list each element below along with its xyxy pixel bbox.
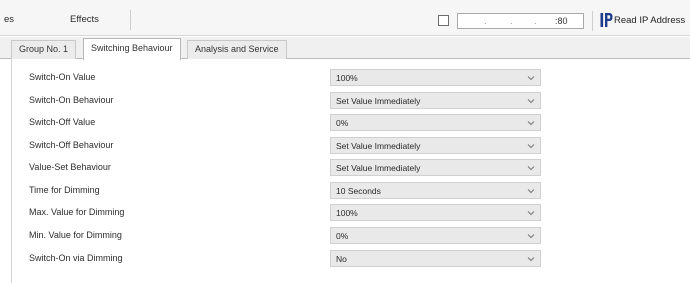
setting-dropdown[interactable]: Set Value Immediately [330,137,541,154]
chevron-down-icon [527,257,535,262]
setting-label: Value-Set Behaviour [29,162,111,172]
effects-button[interactable]: Effects [70,14,99,25]
ip-port-value: :80 [555,16,568,26]
chevron-down-icon [527,166,535,171]
setting-value: 10 Seconds [336,186,381,196]
setting-dropdown[interactable]: 10 Seconds [330,182,541,199]
setting-dropdown[interactable]: 0% [330,114,541,131]
ip-octet-separator: . [484,16,487,26]
setting-row: Switch-On Behaviour Set Value Immediatel… [12,89,690,111]
toolbar-truncated-label[interactable]: es [4,14,14,25]
setting-dropdown[interactable]: No [330,250,541,267]
tab-strip: Group No. 1 Switching Behaviour Analysis… [0,37,690,60]
setting-value: 100% [336,208,358,218]
tab-group-no-1[interactable]: Group No. 1 [11,40,77,59]
setting-label: Max. Value for Dimming [29,207,125,217]
toolbar-separator [592,11,593,31]
setting-value: No [336,254,347,264]
setting-label: Time for Dimming [29,185,100,195]
chevron-down-icon [527,211,535,216]
setting-label: Switch-On via Dimming [29,253,123,263]
ip-octet-separator: . [534,16,537,26]
setting-value: 0% [336,118,349,128]
setting-dropdown[interactable]: 100% [330,204,541,221]
ip-network-icon[interactable] [600,12,613,28]
setting-label: Switch-On Value [29,72,96,82]
chevron-down-icon [527,76,535,81]
setting-row: Value-Set Behaviour Set Value Immediatel… [12,156,690,178]
chevron-down-icon [527,234,535,239]
tab-analysis-and-service[interactable]: Analysis and Service [187,40,287,59]
setting-row: Switch-On Value 100% [12,66,690,88]
chevron-down-icon [527,121,535,126]
setting-label: Switch-On Behaviour [29,95,114,105]
tab-switching-behaviour[interactable]: Switching Behaviour [83,38,181,60]
settings-panel: Switch-On Value 100% Switch-On Behaviour… [11,59,690,283]
setting-row: Switch-On via Dimming No [12,247,690,269]
chevron-down-icon [527,99,535,104]
toolbar-separator [130,10,131,30]
setting-value: Set Value Immediately [336,96,421,106]
setting-dropdown[interactable]: 100% [330,69,541,86]
setting-row: Min. Value for Dimming 0% [12,224,690,246]
ip-enable-checkbox[interactable] [438,15,449,26]
read-ip-address-button[interactable]: Read IP Address [614,15,685,26]
setting-value: Set Value Immediately [336,141,421,151]
setting-dropdown[interactable]: 0% [330,227,541,244]
setting-value: 100% [336,73,358,83]
setting-label: Min. Value for Dimming [29,230,122,240]
setting-label: Switch-Off Behaviour [29,140,114,150]
ip-octet-separator: . [510,16,513,26]
setting-row: Max. Value for Dimming 100% [12,201,690,223]
setting-label: Switch-Off Value [29,117,96,127]
setting-dropdown[interactable]: Set Value Immediately [330,92,541,109]
setting-value: 0% [336,231,349,241]
chevron-down-icon [527,189,535,194]
chevron-down-icon [527,144,535,149]
toolbar: es Effects . . . :80 Read IP Address [0,0,690,36]
setting-row: Switch-Off Behaviour Set Value Immediate… [12,134,690,156]
setting-dropdown[interactable]: Set Value Immediately [330,159,541,176]
setting-row: Time for Dimming 10 Seconds [12,179,690,201]
setting-row: Switch-Off Value 0% [12,111,690,133]
ip-address-input[interactable]: . . . :80 [457,13,584,29]
setting-value: Set Value Immediately [336,163,421,173]
